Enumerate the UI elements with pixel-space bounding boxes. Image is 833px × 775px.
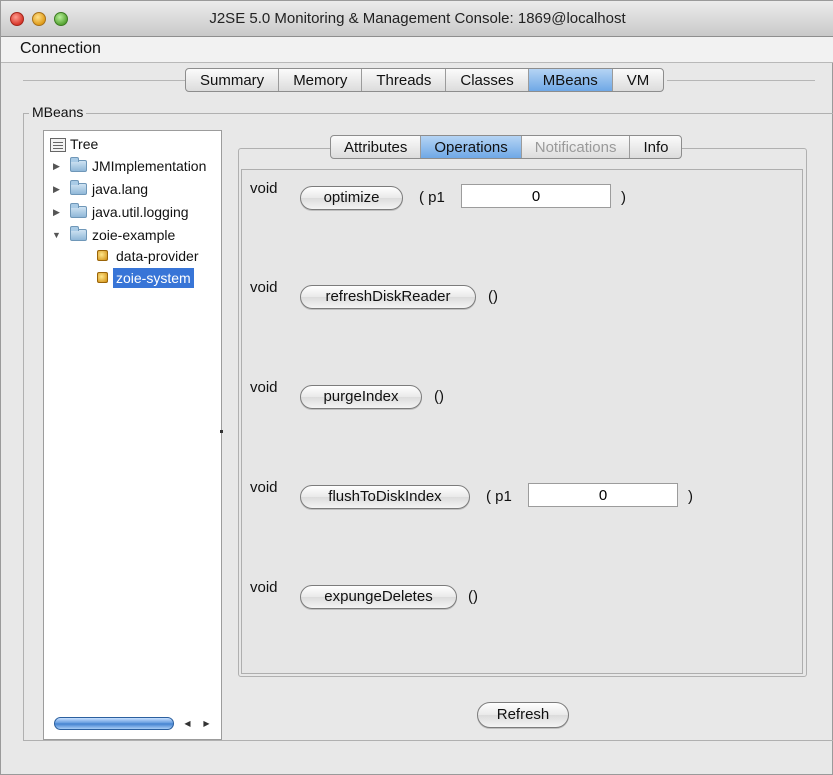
mbean-tree[interactable]: Tree ▶ JMImplementation ▶ java.lang ▶ ja… [43, 130, 222, 740]
tree-root-icon [50, 138, 66, 152]
menu-bar: Connection [1, 37, 833, 63]
operation-row-optimize: void optimize ( p1 ) [250, 180, 790, 210]
param-close: ) [688, 488, 693, 505]
folder-icon [70, 157, 87, 172]
expand-arrow-icon[interactable]: ▶ [53, 184, 60, 195]
param-empty: () [434, 388, 444, 405]
tree-node-data-provider[interactable]: data-provider [116, 246, 199, 266]
folder-icon [70, 180, 87, 195]
tab-attributes[interactable]: Attributes [331, 136, 422, 158]
return-type: void [250, 279, 278, 296]
tab-info[interactable]: Info [630, 136, 681, 158]
tab-classes[interactable]: Classes [446, 69, 529, 91]
operation-row-expungedeletes: void expungeDeletes () [250, 579, 790, 609]
tab-summary[interactable]: Summary [186, 69, 280, 91]
tree-node-jmimplementation[interactable]: JMImplementation [92, 156, 206, 176]
param-label: ( p1 [486, 488, 512, 505]
app-window: J2SE 5.0 Monitoring & Management Console… [0, 0, 833, 775]
title-bar[interactable]: J2SE 5.0 Monitoring & Management Console… [1, 1, 833, 37]
tab-notifications: Notifications [522, 136, 631, 158]
expand-arrow-icon[interactable]: ▶ [53, 161, 60, 172]
tree-horizontal-scrollbar[interactable]: ◀ ▶ [50, 714, 218, 732]
param-close: ) [621, 189, 626, 206]
tree-node-java-util-logging[interactable]: java.util.logging [92, 202, 189, 222]
return-type: void [250, 180, 278, 197]
tab-operations[interactable]: Operations [421, 136, 522, 158]
purge-index-button[interactable]: purgeIndex [300, 385, 422, 409]
optimize-button[interactable]: optimize [300, 186, 403, 210]
return-type: void [250, 479, 278, 496]
tab-vm[interactable]: VM [613, 69, 663, 91]
flush-to-disk-index-button[interactable]: flushToDiskIndex [300, 485, 470, 509]
return-type: void [250, 379, 278, 396]
tree-node-java-lang[interactable]: java.lang [92, 179, 148, 199]
scroll-right-icon[interactable]: ▶ [203, 719, 209, 728]
mbean-icon [97, 250, 108, 261]
tab-baseline-left [23, 80, 185, 81]
expunge-deletes-button[interactable]: expungeDeletes [300, 585, 457, 609]
tree-root-label[interactable]: Tree [70, 134, 98, 154]
scroll-left-icon[interactable]: ◀ [184, 719, 190, 728]
refresh-disk-reader-button[interactable]: refreshDiskReader [300, 285, 476, 309]
refresh-button[interactable]: Refresh [477, 702, 569, 728]
window-title: J2SE 5.0 Monitoring & Management Console… [209, 10, 626, 27]
mbean-icon [97, 272, 108, 283]
tree-node-zoie-system[interactable]: zoie-system [113, 268, 194, 288]
folder-open-icon [70, 226, 87, 241]
param-label: ( p1 [419, 189, 445, 206]
scrollbar-arrows[interactable]: ◀ ▶ [178, 717, 216, 730]
expand-arrow-icon[interactable]: ▶ [53, 207, 60, 218]
folder-icon [70, 203, 87, 218]
menu-connection[interactable]: Connection [20, 40, 101, 58]
split-pane-divider[interactable] [220, 430, 223, 433]
param-empty: () [488, 288, 498, 305]
scrollbar-thumb[interactable] [54, 717, 174, 730]
tree-node-zoie-example[interactable]: zoie-example [92, 225, 175, 245]
flush-p1-input[interactable] [528, 483, 678, 507]
operations-list: void optimize ( p1 ) void refreshDiskRea… [241, 169, 803, 674]
mbeans-group-label: MBeans [29, 104, 87, 120]
operation-row-purgeindex: void purgeIndex () [250, 379, 790, 409]
operation-row-refreshdiskreader: void refreshDiskReader () [250, 279, 790, 309]
tab-mbeans[interactable]: MBeans [528, 69, 613, 91]
main-tab-bar: Summary Memory Threads Classes MBeans VM [185, 68, 665, 92]
collapse-arrow-icon[interactable]: ▼ [52, 230, 61, 240]
optimize-p1-input[interactable] [461, 184, 611, 208]
param-empty: () [468, 588, 478, 605]
operation-row-flushtodiskindex: void flushToDiskIndex ( p1 ) [250, 479, 790, 509]
tab-baseline-right [667, 80, 815, 81]
tab-memory[interactable]: Memory [279, 69, 363, 91]
mbean-sub-tab-bar: Attributes Operations Notifications Info [330, 135, 683, 159]
tab-threads[interactable]: Threads [362, 69, 447, 91]
return-type: void [250, 579, 278, 596]
